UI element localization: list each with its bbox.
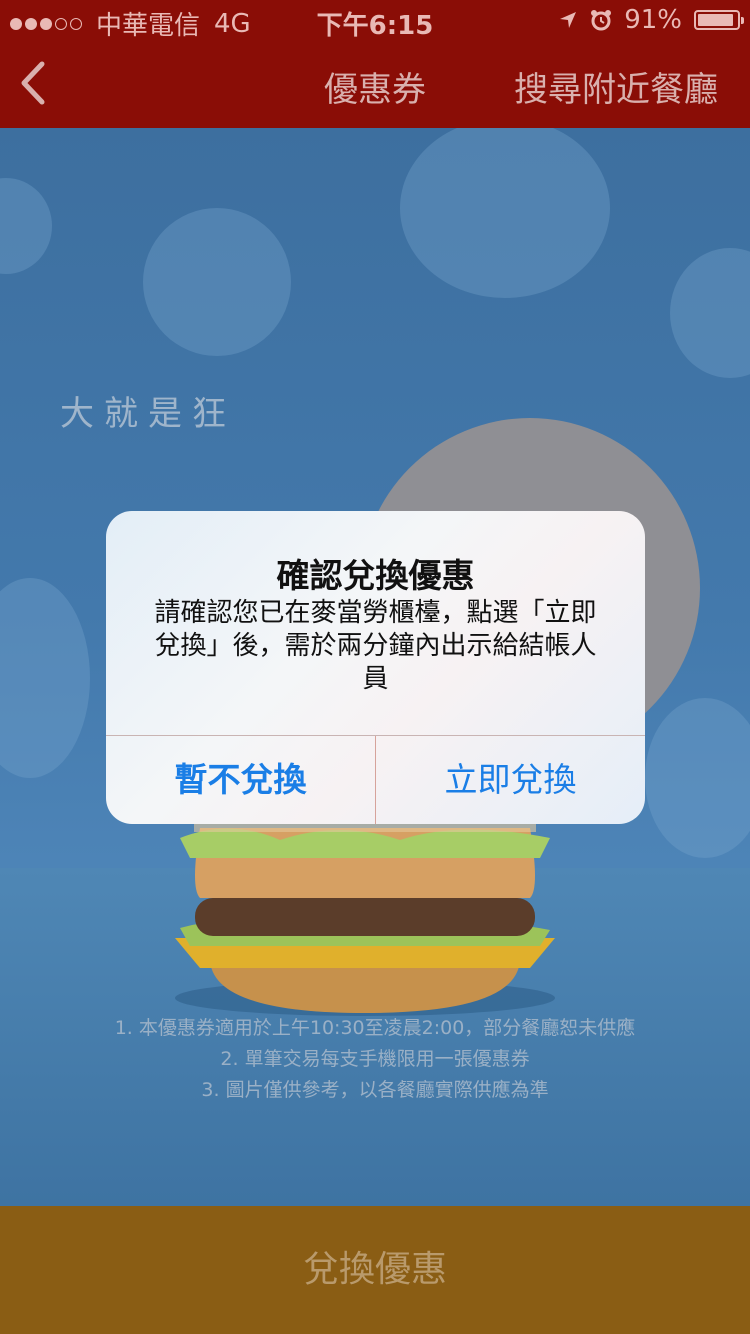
cancel-redeem-button[interactable]: 暫不兌換 [106,736,375,824]
confirm-redeem-button[interactable]: 立即兌換 [376,736,645,824]
dialog-message: 請確認您已在麥當勞櫃檯，點選「立即兌換」後，需於兩分鐘內出示給結帳人員 [154,598,597,694]
confirm-redeem-dialog: 確認兌換優惠 請確認您已在麥當勞櫃檯，點選「立即兌換」後，需於兩分鐘內出示給結帳… [106,511,645,824]
dialog-title: 確認兌換優惠 [276,556,475,595]
